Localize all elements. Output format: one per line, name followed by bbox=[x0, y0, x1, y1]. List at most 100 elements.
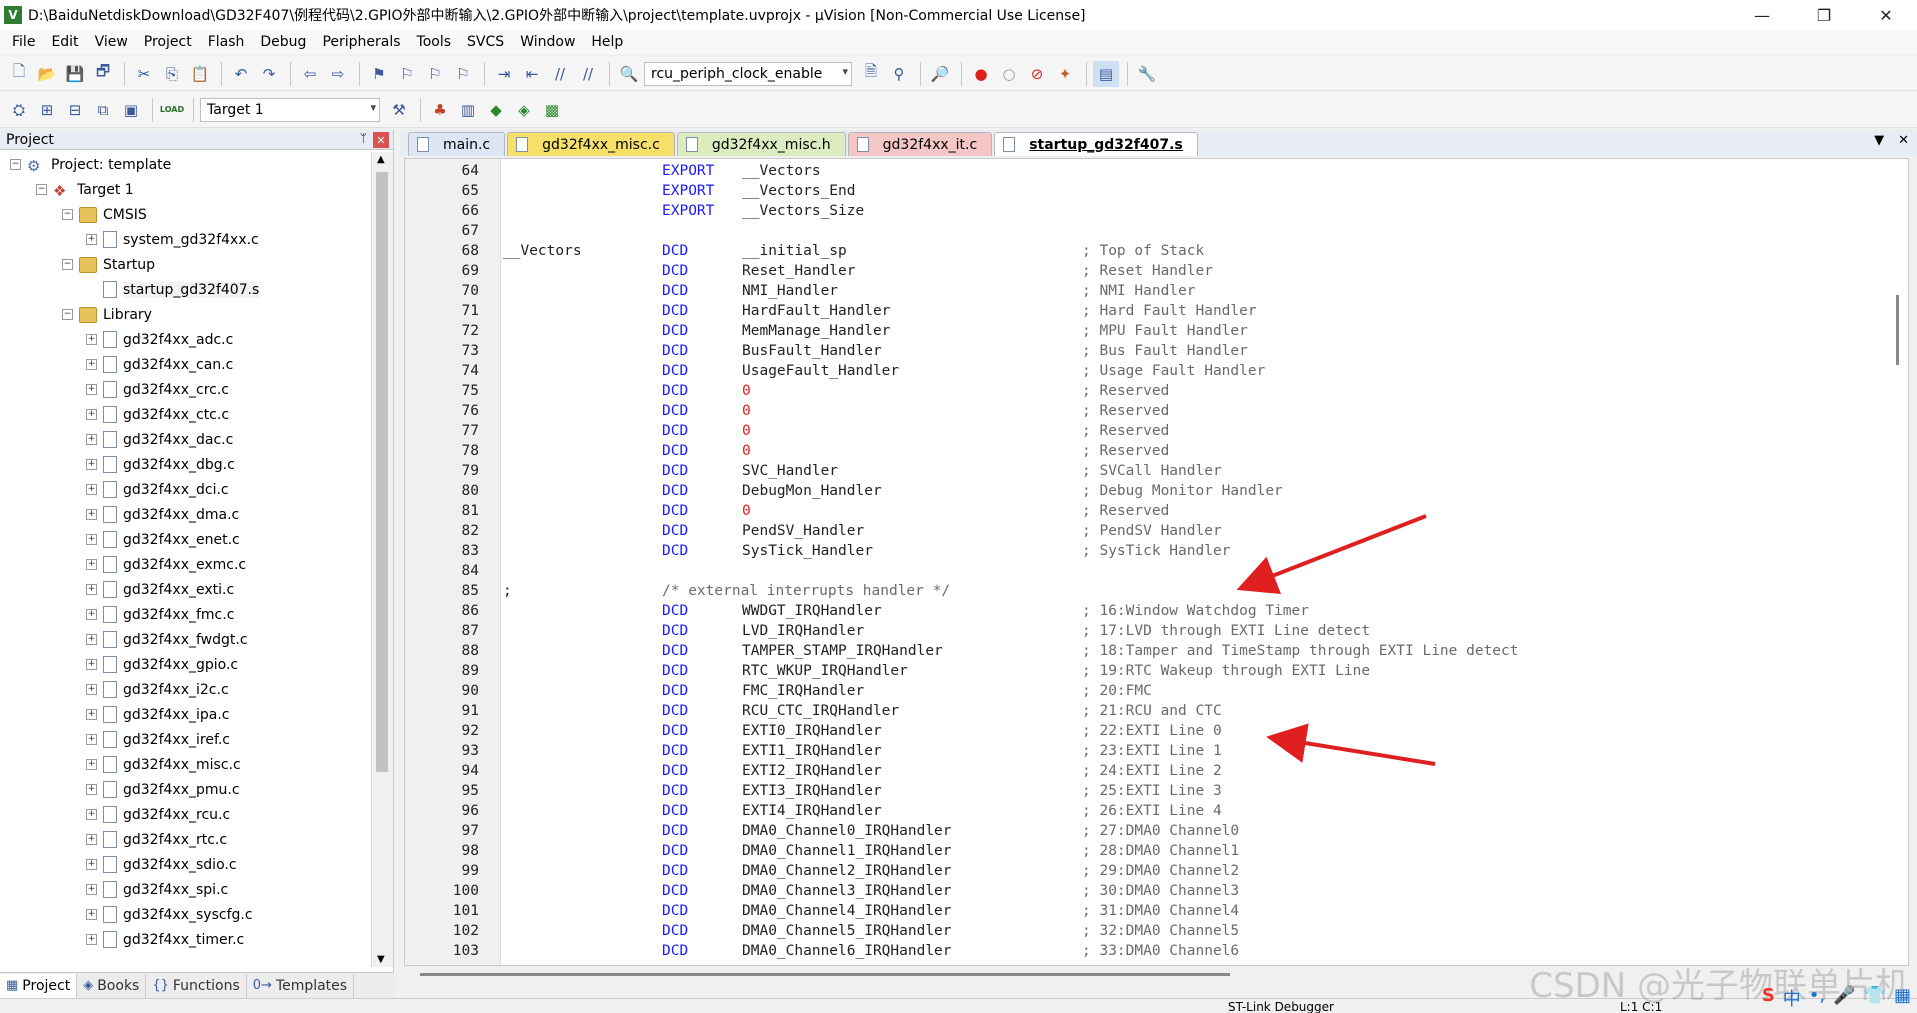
editor-tab[interactable]: main.c bbox=[408, 132, 506, 156]
tree-item[interactable]: − ⚙ Project: template bbox=[0, 152, 370, 177]
collapse-icon[interactable]: − bbox=[10, 159, 21, 170]
save-icon[interactable]: 💾 bbox=[62, 61, 88, 87]
navigate-forward-icon[interactable]: ⇨ bbox=[325, 61, 351, 87]
rebuild-icon[interactable]: ⊟ bbox=[62, 97, 88, 123]
navigate-back-icon[interactable]: ⇦ bbox=[297, 61, 323, 87]
code-line[interactable]: 84 bbox=[405, 563, 1885, 583]
code-line[interactable]: 75 DCD 0 ; Reserved bbox=[405, 383, 1885, 403]
menu-file[interactable]: File bbox=[4, 30, 43, 54]
load-icon[interactable]: LOAD bbox=[159, 97, 185, 123]
expand-icon[interactable]: + bbox=[86, 584, 97, 595]
ime-grid-icon[interactable]: ▦ bbox=[1894, 985, 1911, 1011]
unindent-icon[interactable]: ⇤ bbox=[519, 61, 545, 87]
collapse-icon[interactable]: − bbox=[62, 209, 73, 220]
cut-icon[interactable]: ✂ bbox=[131, 61, 157, 87]
tree-item[interactable]: + gd32f4xx_can.c bbox=[0, 352, 370, 377]
tree-item[interactable]: + gd32f4xx_enet.c bbox=[0, 527, 370, 552]
code-line[interactable]: 89 DCD RTC_WKUP_IRQHandler ; 19:RTC Wakeup … bbox=[405, 663, 1885, 683]
ime-punctuation-icon[interactable]: •, bbox=[1809, 985, 1825, 1011]
code-line[interactable]: 76 DCD 0 ; Reserved bbox=[405, 403, 1885, 423]
scroll-up-icon[interactable]: ▲ bbox=[377, 154, 385, 165]
bookmark-insert-icon[interactable]: ⚑ bbox=[366, 61, 392, 87]
code-line[interactable]: 66 EXPORT __Vectors_Size bbox=[405, 203, 1885, 223]
code-line[interactable]: 68 __Vectors DCD __initial_sp ; Top of Stack bbox=[405, 243, 1885, 263]
paste-icon[interactable]: 📋 bbox=[187, 61, 213, 87]
chevron-down-icon[interactable]: ▾ bbox=[842, 65, 848, 78]
tab-books[interactable]: ◈ Books bbox=[77, 973, 147, 998]
maximize-button[interactable]: ❐ bbox=[1793, 0, 1855, 30]
build-icon[interactable]: ⊞ bbox=[34, 97, 60, 123]
expand-icon[interactable]: + bbox=[86, 534, 97, 545]
comment-icon[interactable]: // bbox=[547, 61, 573, 87]
tree-item[interactable]: + gd32f4xx_dbg.c bbox=[0, 452, 370, 477]
collapse-icon[interactable]: − bbox=[36, 184, 47, 195]
expand-icon[interactable]: + bbox=[86, 734, 97, 745]
expand-icon[interactable]: + bbox=[86, 609, 97, 620]
tree-item[interactable]: + gd32f4xx_exmc.c bbox=[0, 552, 370, 577]
tree-item[interactable]: + gd32f4xx_adc.c bbox=[0, 327, 370, 352]
expand-icon[interactable]: + bbox=[86, 934, 97, 945]
code-line[interactable]: 96 DCD EXTI4_IRQHandler ; 26:EXTI Line 4 bbox=[405, 803, 1885, 823]
scrollbar-thumb[interactable] bbox=[376, 172, 388, 772]
find-combo[interactable]: rcu_periph_clock_enable ▾ bbox=[644, 61, 852, 86]
tree-item[interactable]: + gd32f4xx_crc.c bbox=[0, 377, 370, 402]
editor-tab[interactable]: gd32f4xx_it.c bbox=[847, 132, 993, 156]
collapse-icon[interactable]: − bbox=[62, 259, 73, 270]
code-line[interactable]: 64 EXPORT __Vectors bbox=[405, 163, 1885, 183]
code-line[interactable]: 78 DCD 0 ; Reserved bbox=[405, 443, 1885, 463]
configure-icon[interactable]: 🔧 bbox=[1134, 61, 1160, 87]
menu-debug[interactable]: Debug bbox=[252, 30, 314, 54]
code-line[interactable]: 90 DCD FMC_IRQHandler ; 20:FMC bbox=[405, 683, 1885, 703]
ime-microphone-icon[interactable]: 🎤 bbox=[1833, 985, 1855, 1011]
code-line[interactable]: 69 DCD Reset_Handler ; Reset Handler bbox=[405, 263, 1885, 283]
expand-icon[interactable]: + bbox=[86, 784, 97, 795]
code-line[interactable]: 97 DCD DMA0_Channel0_IRQHandler ; 27:DMA0 C… bbox=[405, 823, 1885, 843]
tree-item[interactable]: + gd32f4xx_timer.c bbox=[0, 927, 370, 952]
find-icon[interactable]: 🗎 bbox=[858, 61, 884, 87]
code-line[interactable]: 95 DCD EXTI3_IRQHandler ; 25:EXTI Line 3 bbox=[405, 783, 1885, 803]
target-select[interactable]: Target 1 ▾ bbox=[200, 97, 380, 122]
expand-icon[interactable]: + bbox=[86, 359, 97, 370]
code-line[interactable]: 82 DCD PendSV_Handler ; PendSV Handler bbox=[405, 523, 1885, 543]
tree-item[interactable]: + gd32f4xx_iref.c bbox=[0, 727, 370, 752]
manage-components-icon[interactable]: ♣ bbox=[427, 97, 453, 123]
software-packs-icon[interactable]: ▩ bbox=[539, 97, 565, 123]
expand-icon[interactable]: + bbox=[86, 559, 97, 570]
code-line[interactable]: 93 DCD EXTI1_IRQHandler ; 23:EXTI Line 1 bbox=[405, 743, 1885, 763]
kill-breakpoints-icon[interactable]: ⊘ bbox=[1024, 61, 1050, 87]
chevron-down-icon[interactable]: ▾ bbox=[370, 101, 376, 114]
expand-icon[interactable]: + bbox=[86, 659, 97, 670]
tree-item[interactable]: + gd32f4xx_misc.c bbox=[0, 752, 370, 777]
scrollbar-thumb[interactable] bbox=[420, 973, 1230, 976]
new-file-icon[interactable]: 🗋 bbox=[6, 61, 32, 87]
collapse-icon[interactable]: − bbox=[62, 309, 73, 320]
find-in-files-icon[interactable]: 🔍 bbox=[616, 61, 642, 87]
menu-project[interactable]: Project bbox=[136, 30, 200, 54]
code-line[interactable]: 65 EXPORT __Vectors_End bbox=[405, 183, 1885, 203]
minimize-button[interactable]: — bbox=[1731, 0, 1793, 30]
scroll-down-icon[interactable]: ▼ bbox=[377, 954, 385, 965]
copy-icon[interactable]: ⎘ bbox=[159, 61, 185, 87]
code-line[interactable]: 88 DCD TAMPER_STAMP_IRQHandler ; 18:Tamper … bbox=[405, 643, 1885, 663]
tree-item[interactable]: + gd32f4xx_rcu.c bbox=[0, 802, 370, 827]
menu-tools[interactable]: Tools bbox=[409, 30, 460, 54]
menu-svcs[interactable]: SVCS bbox=[459, 30, 512, 54]
bookmark-prev-icon[interactable]: ⚐ bbox=[394, 61, 420, 87]
code-line[interactable]: 94 DCD EXTI2_IRQHandler ; 24:EXTI Line 2 bbox=[405, 763, 1885, 783]
tree-item[interactable]: + gd32f4xx_dci.c bbox=[0, 477, 370, 502]
window-layout-icon[interactable]: ▤ bbox=[1093, 60, 1119, 87]
stop-build-icon[interactable]: ▣ bbox=[118, 97, 144, 123]
tab-templates[interactable]: 0→ Templates bbox=[247, 973, 355, 998]
breakpoint-icon[interactable]: ● bbox=[968, 61, 994, 87]
tree-item[interactable]: + gd32f4xx_dac.c bbox=[0, 427, 370, 452]
undo-icon[interactable]: ↶ bbox=[228, 61, 254, 87]
tree-item[interactable]: − ❖ Target 1 bbox=[0, 177, 370, 202]
expand-icon[interactable]: + bbox=[86, 909, 97, 920]
tree-item[interactable]: + gd32f4xx_ipa.c bbox=[0, 702, 370, 727]
code-line[interactable]: 70 DCD NMI_Handler ; NMI Handler bbox=[405, 283, 1885, 303]
debug-options-icon[interactable]: ✦ bbox=[1052, 61, 1078, 87]
bookmark-next-icon[interactable]: ⚐ bbox=[422, 61, 448, 87]
code-line[interactable]: 100 DCD DMA0_Channel3_IRQHandler ; 30:DMA0 … bbox=[405, 883, 1885, 903]
expand-icon[interactable]: + bbox=[86, 834, 97, 845]
translate-icon[interactable]: ⛭ bbox=[6, 97, 32, 123]
